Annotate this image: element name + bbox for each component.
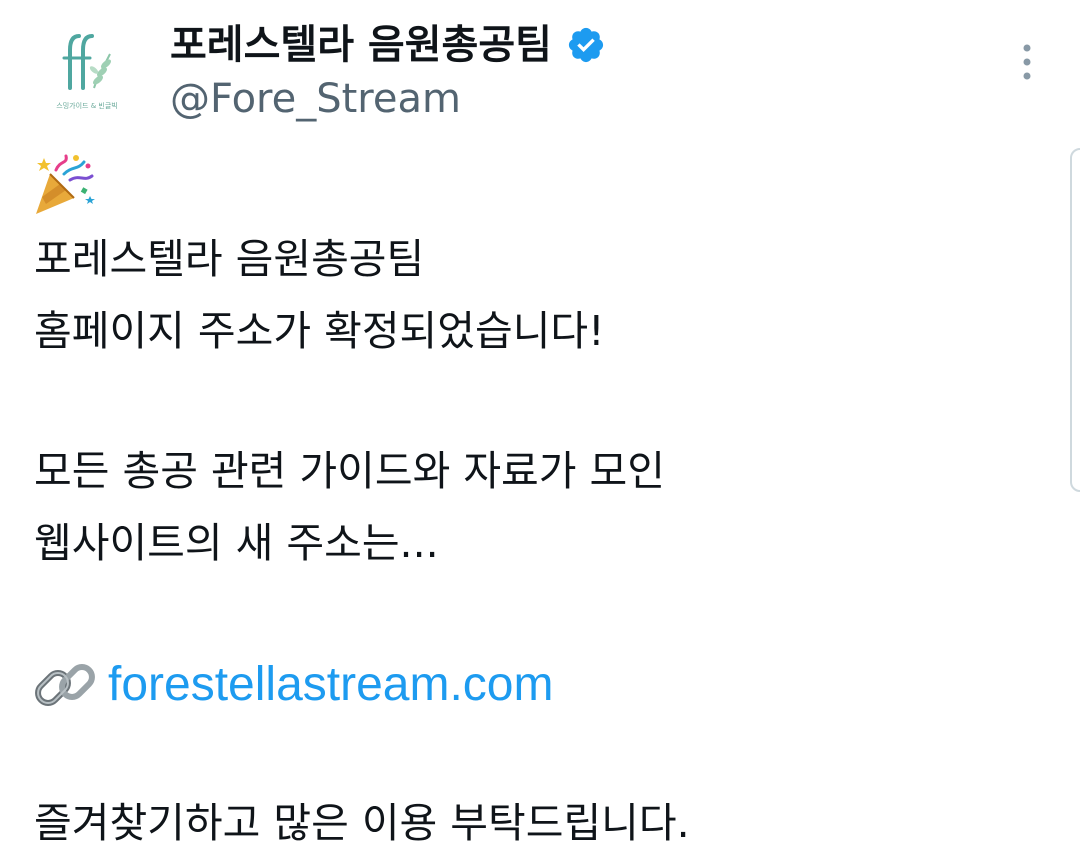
post-text-line-1: 포레스텔라 음원총공팀: [34, 235, 425, 283]
scrollbar-handle[interactable]: [1070, 148, 1080, 492]
chain-link-icon: [32, 652, 98, 718]
post-text-line-3: 모든 총공 관련 가이드와 자료가 모인: [34, 447, 665, 495]
post-text-line-4: 웹사이트의 새 주소는...: [34, 519, 439, 567]
post-text-line-2: 홈페이지 주소가 확정되었습니다!: [34, 307, 605, 355]
more-vertical-icon[interactable]: [1010, 40, 1044, 88]
post-text-closing: 즐겨찾기하고 많은 이용 부탁드립니다.: [34, 799, 690, 847]
author-handle[interactable]: @Fore_Stream: [170, 76, 461, 122]
website-link[interactable]: forestellastream.com: [108, 655, 553, 715]
verified-badge-icon: [566, 25, 606, 65]
party-popper-icon: [30, 152, 96, 218]
avatar-caption: 스밍가이드 & 빈글빅: [56, 102, 118, 110]
author-display-name[interactable]: 포레스텔라 음원총공팀: [170, 18, 606, 72]
tweet-card: 스밍가이드 & 빈글빅 포레스텔라 음원총공팀 @Fore_Stream 포레스…: [0, 0, 1080, 864]
avatar[interactable]: 스밍가이드 & 빈글빅: [32, 10, 142, 120]
author-display-name-text: 포레스텔라 음원총공팀: [170, 22, 552, 68]
link-row: forestellastream.com: [32, 652, 553, 718]
